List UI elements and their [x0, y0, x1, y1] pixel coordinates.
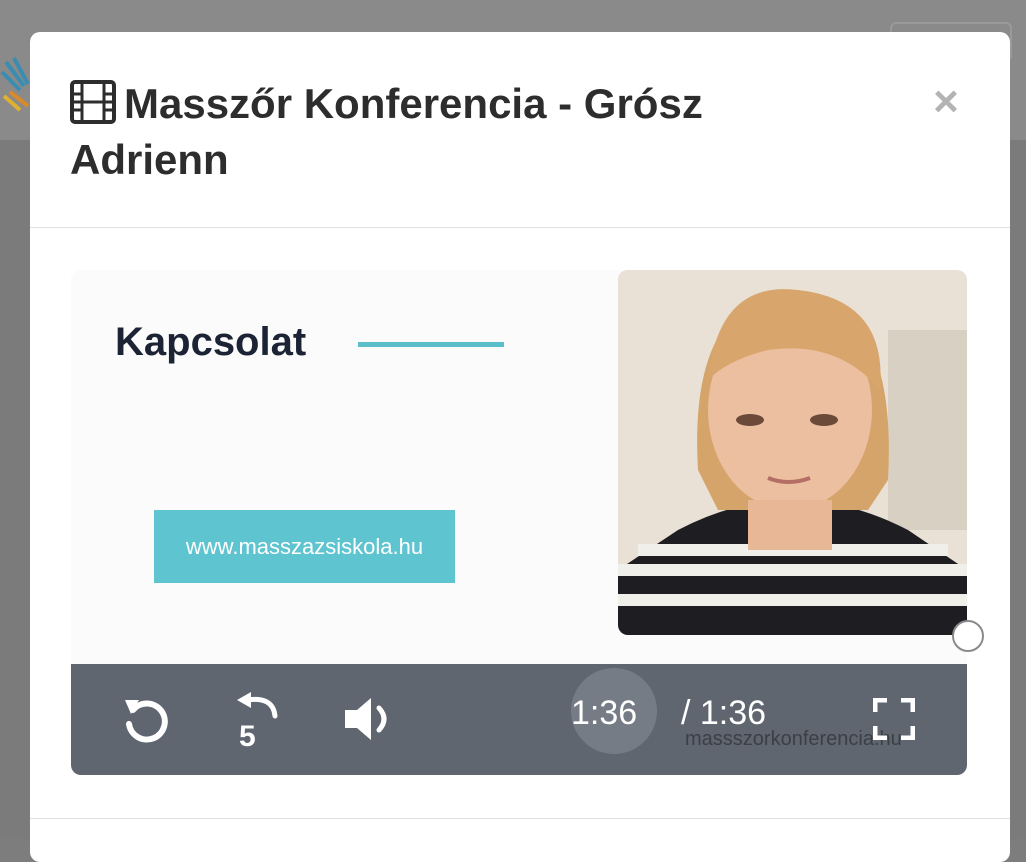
video-controls: massszorkonferencia.hu 5 1:36 / 1:36	[71, 664, 967, 775]
duration: / 1:36	[681, 694, 767, 732]
fullscreen-icon[interactable]	[873, 698, 915, 740]
video-modal: Masszőr Konferencia - Grósz Adrienn × Ka…	[30, 32, 1010, 862]
close-icon: ×	[933, 77, 959, 126]
background-logo-icon	[0, 57, 30, 112]
film-icon	[70, 80, 116, 124]
slide-divider	[358, 342, 504, 347]
rewind-5-icon[interactable]: 5	[233, 690, 281, 748]
volume-icon[interactable]	[343, 694, 397, 744]
close-button[interactable]: ×	[926, 80, 966, 124]
svg-text:5: 5	[239, 720, 256, 748]
progress-track[interactable]	[71, 635, 967, 664]
modal-header: Masszőr Konferencia - Grósz Adrienn ×	[30, 32, 1010, 228]
slide-heading: Kapcsolat	[115, 320, 307, 364]
modal-title: Masszőr Konferencia - Grósz Adrienn	[70, 76, 870, 188]
progress-handle[interactable]	[952, 620, 984, 652]
current-time: 1:36	[571, 694, 638, 732]
modal-footer-divider	[30, 818, 1010, 819]
video-player[interactable]: Kapcsolat www.masszazsiskola.hu massszor…	[71, 270, 967, 775]
speaker-photo	[618, 270, 967, 635]
modal-title-text: Masszőr Konferencia - Grósz Adrienn	[70, 80, 703, 183]
replay-icon[interactable]	[121, 694, 169, 744]
slide-url: www.masszazsiskola.hu	[154, 510, 455, 583]
